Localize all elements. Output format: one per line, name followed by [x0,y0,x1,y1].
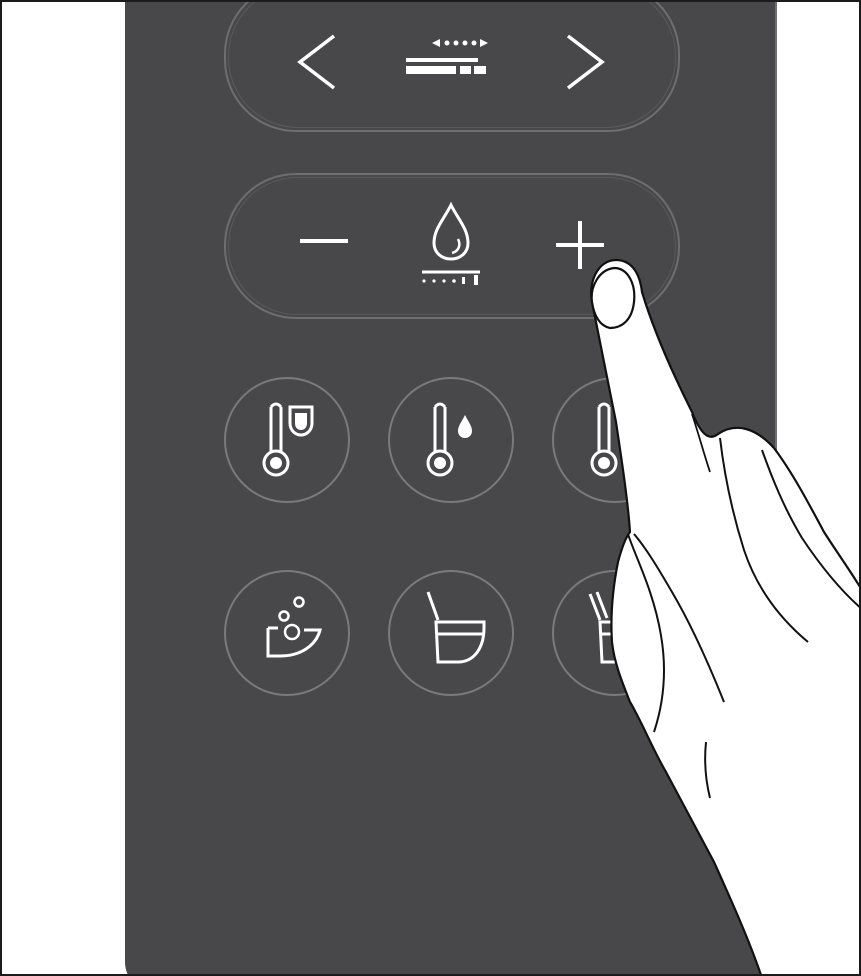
illustration-frame [0,0,861,976]
pointing-hand-icon [2,2,859,974]
